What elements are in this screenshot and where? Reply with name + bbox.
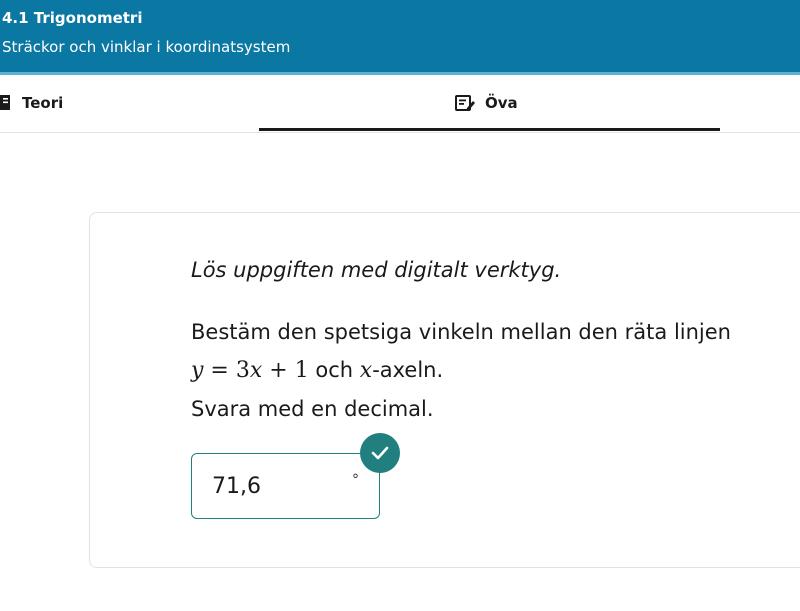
- tab-teori-label: Teori: [22, 94, 64, 112]
- equation-rest: + 1: [262, 358, 309, 383]
- tab-ova[interactable]: Öva: [455, 75, 518, 131]
- active-tab-indicator: [259, 128, 720, 131]
- page-subtitle: Sträckor och vinklar i koordinatsystem: [2, 38, 291, 56]
- book-icon: [0, 95, 12, 111]
- question-line-2: y = 3x + 1 och x-axeln.: [191, 351, 731, 390]
- exercise-instruction: Lös uppgiften med digitalt verktyg.: [191, 258, 562, 282]
- edit-note-icon: [455, 94, 475, 112]
- equation-lhs: y: [191, 358, 204, 383]
- page-title: 4.1 Trigonometri: [2, 9, 143, 27]
- question-line-1: Bestäm den spetsiga vinkeln mellan den r…: [191, 320, 731, 344]
- question-axis-suffix: -axeln.: [372, 358, 444, 382]
- question-line-3: Svara med en decimal.: [191, 397, 434, 421]
- answer-input[interactable]: [212, 474, 332, 499]
- exercise-question: Bestäm den spetsiga vinkeln mellan den r…: [191, 313, 731, 428]
- equation-eq: = 3: [203, 358, 250, 383]
- tab-bar: Teori Öva: [0, 75, 800, 133]
- question-och: och: [308, 358, 360, 382]
- tab-teori[interactable]: Teori: [0, 75, 63, 131]
- answer-field[interactable]: °: [191, 453, 380, 519]
- degree-unit: °: [352, 472, 359, 488]
- checkmark-icon: [371, 446, 389, 460]
- correct-badge: [360, 433, 400, 473]
- tab-ova-label: Öva: [485, 94, 518, 112]
- equation-x: x: [249, 358, 263, 383]
- app-header: 4.1 Trigonometri Sträckor och vinklar i …: [0, 0, 800, 75]
- axis-variable: x: [359, 358, 373, 383]
